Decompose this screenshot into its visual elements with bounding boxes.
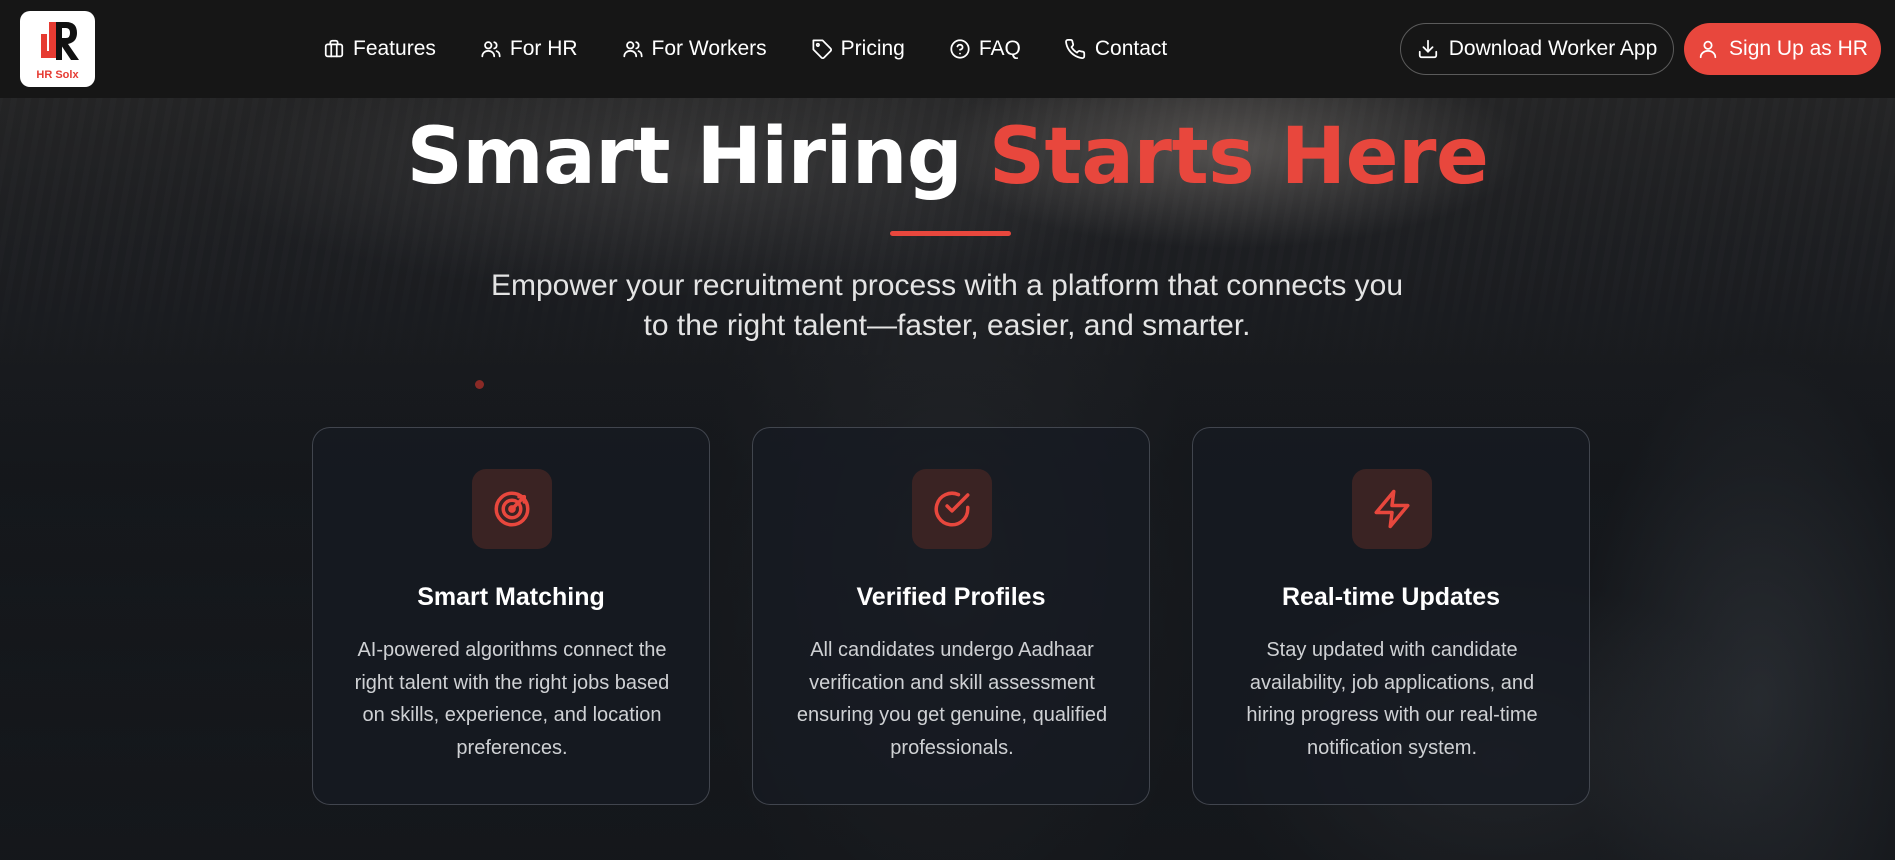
nav-item-label: Features [353,37,436,60]
decorative-dot [475,380,484,389]
hero-subtitle-line-1: Empower your recruitment process with a … [490,269,1404,302]
sign-up-as-hr-button[interactable]: Sign Up as HR [1684,23,1881,75]
feature-icon-box [912,469,992,549]
top-navbar: HR Solx Features For HR For Workers Pric… [0,0,1895,98]
download-button-label: Download Worker App [1448,37,1658,60]
hero-subtitle-line-2: to the right talent—faster, easier, and … [643,309,1251,342]
feature-description: Stay updated with candidate availability… [1246,639,1538,759]
briefcase-icon [324,39,344,58]
nav-item-pricing[interactable]: Pricing [811,37,905,61]
signup-button-label: Sign Up as HR [1729,37,1868,60]
zap-icon [1374,489,1410,529]
check-circle-icon [934,491,970,527]
hero-subtitle: Empower your recruitment process with a … [447,266,1447,346]
nav-item-contact[interactable]: Contact [1065,37,1167,61]
nav-item-label: Pricing [840,37,905,60]
phone-icon [1065,38,1086,59]
feature-card-real-time-updates: Real-time Updates Stay updated with cand… [1192,427,1590,805]
hero-title: Smart Hiring Starts Here [0,112,1895,202]
feature-description: All candidates undergo Aadhaar verificat… [796,639,1108,759]
feature-icon-box [1352,469,1432,549]
logo-mark-icon [40,21,79,60]
nav-item-label: For Workers [651,37,767,60]
nav-item-label: FAQ [978,37,1021,60]
feature-card-smart-matching: Smart Matching AI-powered algorithms con… [312,427,710,805]
target-icon [494,491,530,527]
nav-item-label: For HR [509,37,578,60]
feature-card-verified-profiles: Verified Profiles All candidates undergo… [752,427,1150,805]
help-circle-icon [950,39,970,59]
title-underline [890,231,1011,236]
logo-text: HR Solx [36,68,79,81]
users-icon [481,41,501,58]
nav-item-for-workers[interactable]: For Workers [622,37,767,61]
nav-item-features[interactable]: Features [323,37,436,61]
logo[interactable]: HR Solx [20,11,95,87]
users-icon [622,41,643,58]
download-icon [1418,39,1437,59]
feature-description: AI-powered algorithms connect the right … [354,639,670,759]
feature-title: Smart Matching [417,583,605,611]
nav-item-label: Contact [1094,37,1168,60]
feature-icon-box [472,469,552,549]
nav-item-faq[interactable]: FAQ [949,37,1021,61]
feature-title: Real-time Updates [1281,583,1501,611]
hero-title-accent: Starts Here [988,112,1489,202]
hero-title-main: Smart Hiring [406,112,963,202]
download-worker-app-button[interactable]: Download Worker App [1400,23,1674,75]
tag-icon [812,39,832,59]
main-nav: Features For HR For Workers Pricing FAQ … [323,0,1167,98]
nav-item-for-hr[interactable]: For HR [480,37,578,61]
feature-title: Verified Profiles [856,583,1046,611]
user-icon [1699,40,1717,59]
